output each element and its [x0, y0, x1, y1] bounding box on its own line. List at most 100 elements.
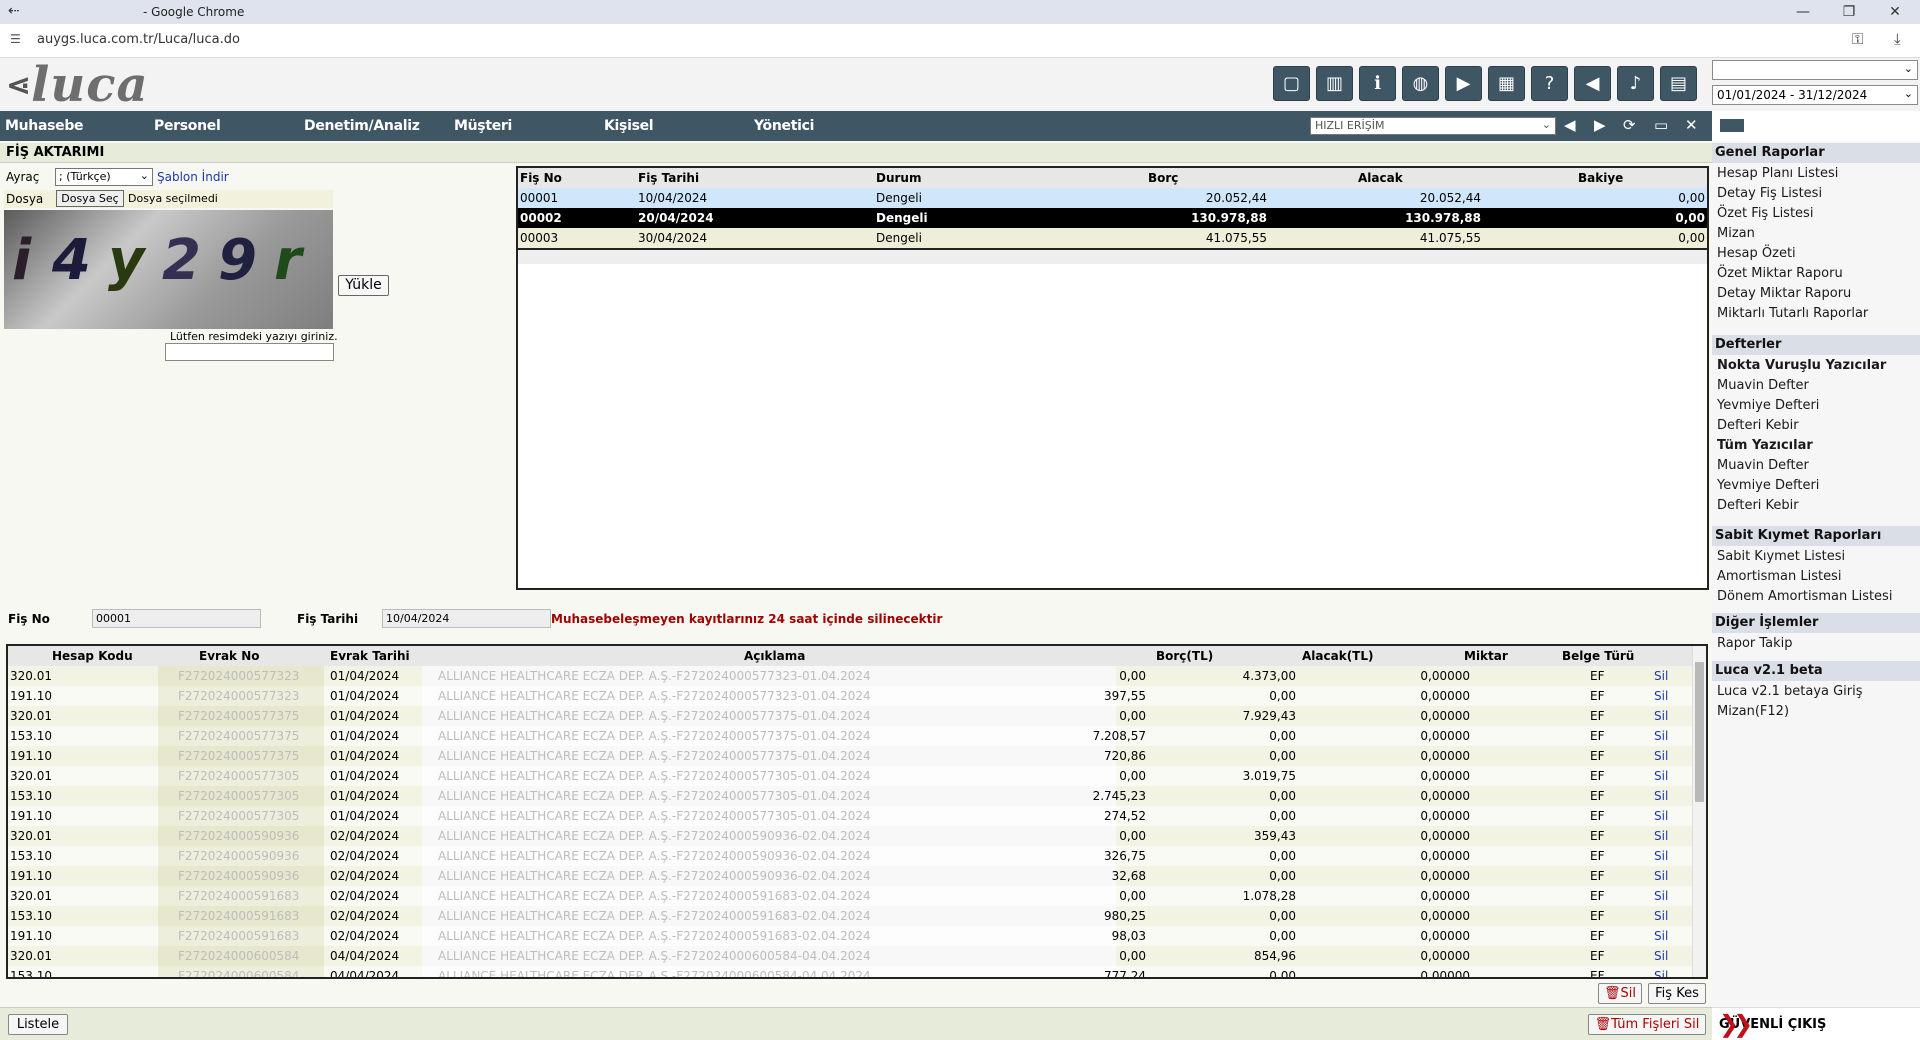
logout-bar[interactable]: GÜVENLİ ÇIKIŞ ❯❯: [1712, 1007, 1920, 1040]
sidebar-item[interactable]: Özet Miktar Raporu: [1717, 266, 1843, 281]
scroll-thumb[interactable]: [1695, 662, 1704, 802]
sidebar-item[interactable]: Hesap Özeti: [1717, 246, 1796, 261]
row-sil-link[interactable]: Sil: [1654, 869, 1668, 883]
ayrac-select[interactable]: ; (Türkçe) ⌄: [55, 168, 153, 186]
bell-icon[interactable]: ♪: [1617, 66, 1654, 101]
table-row[interactable]: 320.01 F272024000590936 02/04/2024 ALLIANCE…: [8, 826, 1694, 846]
nav-yonetici[interactable]: Yönetici: [754, 118, 814, 134]
table-row[interactable]: 320.01 F272024000577305 01/04/2024 ALLIANCE…: [8, 766, 1694, 786]
company-select[interactable]: ⌄: [1712, 60, 1918, 80]
table-row[interactable]: 153.10 F272024000590936 02/04/2024 ALLIANCE…: [8, 846, 1694, 866]
sil-button[interactable]: 🗑Sil: [1598, 983, 1642, 1004]
table-row[interactable]: 153.10 F272024000600584 04/04/2024 ALLIANCE…: [8, 966, 1694, 977]
tum-fisleri-sil-button[interactable]: 🗑Tüm Fişleri Sil: [1588, 1014, 1706, 1035]
table-row[interactable]: 191.10 F272024000590936 02/04/2024 ALLIANCE…: [8, 866, 1694, 886]
row-sil-link[interactable]: Sil: [1654, 829, 1668, 843]
site-info-icon[interactable]: ☰: [10, 32, 21, 46]
next-icon[interactable]: ▶: [1594, 116, 1606, 134]
table-row[interactable]: 320.01 F272024000577323 01/04/2024 ALLIANCE…: [8, 666, 1694, 686]
megaphone-icon[interactable]: ◀: [1574, 66, 1611, 101]
sidebar-item[interactable]: Nokta Vuruşlu Yazıcılar: [1717, 358, 1886, 373]
close-tab-icon[interactable]: ✕: [1685, 116, 1698, 134]
row-sil-link[interactable]: Sil: [1654, 729, 1668, 743]
book-icon[interactable]: ▥: [1316, 66, 1353, 101]
sidebar-item[interactable]: Özet Fiş Listesi: [1717, 206, 1813, 221]
close-window-button[interactable]: ✕: [1872, 0, 1918, 24]
row-sil-link[interactable]: Sil: [1654, 749, 1668, 763]
window-icon[interactable]: ▭: [1654, 116, 1668, 134]
sidebar-item[interactable]: Defteri Kebir: [1717, 498, 1799, 513]
sidebar-item[interactable]: Muavin Defter: [1717, 378, 1809, 393]
row-sil-link[interactable]: Sil: [1654, 709, 1668, 723]
listele-button[interactable]: Listele: [8, 1014, 68, 1035]
table-row[interactable]: 00001 10/04/2024 Dengeli 20.052,44 20.05…: [518, 188, 1707, 208]
row-sil-link[interactable]: Sil: [1654, 689, 1668, 703]
sablon-indir-link[interactable]: Şablon İndir: [157, 170, 229, 184]
fis-kes-button[interactable]: Fiş Kes: [1648, 983, 1706, 1004]
note-icon[interactable]: ▢: [1273, 66, 1310, 101]
table-row[interactable]: 153.10 F272024000591683 02/04/2024 ALLIANCE…: [8, 906, 1694, 926]
row-sil-link[interactable]: Sil: [1654, 889, 1668, 903]
minimize-button[interactable]: —: [1780, 0, 1826, 24]
restore-button[interactable]: ❐: [1826, 0, 1872, 24]
period-select[interactable]: 01/01/2024 - 31/12/2024 ⌄: [1712, 85, 1918, 105]
info-icon[interactable]: ℹ: [1359, 66, 1396, 101]
password-key-icon[interactable]: ⚿: [1852, 30, 1863, 48]
row-sil-link[interactable]: Sil: [1654, 969, 1668, 977]
nav-kisisel[interactable]: Kişisel: [604, 118, 654, 134]
sidebar-item[interactable]: Yevmiye Defteri: [1717, 478, 1819, 493]
table-row[interactable]: 320.01 F272024000591683 02/04/2024 ALLIANCE…: [8, 886, 1694, 906]
table-row[interactable]: 00002 20/04/2024 Dengeli 130.978,88 130.…: [518, 208, 1707, 228]
sidebar-item[interactable]: Mizan: [1717, 226, 1755, 241]
table-row[interactable]: 153.10 F272024000577375 01/04/2024 ALLIANCE…: [8, 726, 1694, 746]
yukle-button[interactable]: Yükle: [338, 275, 389, 296]
sidebar-item[interactable]: Tüm Yazıcılar: [1717, 438, 1813, 453]
row-sil-link[interactable]: Sil: [1654, 789, 1668, 803]
vertical-scrollbar[interactable]: [1692, 646, 1706, 977]
nav-muhasebe[interactable]: Muhasebe: [5, 118, 84, 134]
row-sil-link[interactable]: Sil: [1654, 809, 1668, 823]
sidebar-item[interactable]: Yevmiye Defteri: [1717, 398, 1819, 413]
choose-file-button[interactable]: Dosya Seç: [56, 190, 124, 207]
row-sil-link[interactable]: Sil: [1654, 769, 1668, 783]
download-icon[interactable]: ⤓: [1894, 30, 1901, 48]
back-arrow-icon[interactable]: ⇠: [8, 3, 20, 19]
help-icon[interactable]: ?: [1531, 66, 1568, 101]
table-row[interactable]: 153.10 F272024000577305 01/04/2024 ALLIANCE…: [8, 786, 1694, 806]
table-row[interactable]: 191.10 F272024000577323 01/04/2024 ALLIANCE…: [8, 686, 1694, 706]
fis-tarihi-field[interactable]: 10/04/2024: [382, 609, 551, 628]
row-sil-link[interactable]: Sil: [1654, 849, 1668, 863]
nav-denetim[interactable]: Denetim/Analiz: [304, 118, 420, 134]
row-sil-link[interactable]: Sil: [1654, 949, 1668, 963]
sidebar-item[interactable]: Rapor Takip: [1717, 636, 1793, 651]
table-row[interactable]: 191.10 F272024000591683 02/04/2024 ALLIANCE…: [8, 926, 1694, 946]
refresh-icon[interactable]: ⟳: [1623, 116, 1636, 134]
youtube-icon[interactable]: ▶: [1445, 66, 1482, 101]
row-sil-link[interactable]: Sil: [1654, 669, 1668, 683]
sidebar-item[interactable]: Muavin Defter: [1717, 458, 1809, 473]
prev-icon[interactable]: ◀: [1564, 116, 1576, 134]
table-row[interactable]: 191.10 F272024000577375 01/04/2024 ALLIANCE…: [8, 746, 1694, 766]
sidebar-item[interactable]: Amortisman Listesi: [1717, 569, 1841, 584]
quick-access-select[interactable]: HIZLI ERİŞİM ⌄: [1310, 117, 1556, 135]
guide-icon[interactable]: ▤: [1660, 66, 1697, 101]
sidebar-item[interactable]: Sabit Kıymet Listesi: [1717, 549, 1845, 564]
table-row[interactable]: 191.10 F272024000577305 01/04/2024 ALLIANCE…: [8, 806, 1694, 826]
horizontal-scrollbar[interactable]: [518, 250, 1707, 264]
table-row[interactable]: 320.01 F272024000577375 01/04/2024 ALLIANCE…: [8, 706, 1694, 726]
sidebar-item[interactable]: Detay Fiş Listesi: [1717, 186, 1822, 201]
sidebar-item[interactable]: Hesap Planı Listesi: [1717, 166, 1838, 181]
table-row[interactable]: 320.01 F272024000600584 04/04/2024 ALLIANCE…: [8, 946, 1694, 966]
row-sil-link[interactable]: Sil: [1654, 909, 1668, 923]
captcha-input[interactable]: [165, 343, 334, 361]
table-row[interactable]: 00003 30/04/2024 Dengeli 41.075,55 41.07…: [518, 228, 1707, 248]
sidebar-item[interactable]: Defteri Kebir: [1717, 418, 1799, 433]
sidebar-item[interactable]: Mizan(F12): [1717, 704, 1789, 719]
sidebar-item[interactable]: Dönem Amortisman Listesi: [1717, 589, 1892, 604]
row-sil-link[interactable]: Sil: [1654, 929, 1668, 943]
sidebar-item[interactable]: Detay Miktar Raporu: [1717, 286, 1851, 301]
globe-icon[interactable]: ◍: [1402, 66, 1439, 101]
fis-no-field[interactable]: 00001: [92, 609, 261, 628]
sidebar-item[interactable]: Luca v2.1 betaya Giriş: [1717, 684, 1863, 699]
url-field[interactable]: auygs.luca.com.tr/Luca/luca.do: [37, 32, 240, 47]
